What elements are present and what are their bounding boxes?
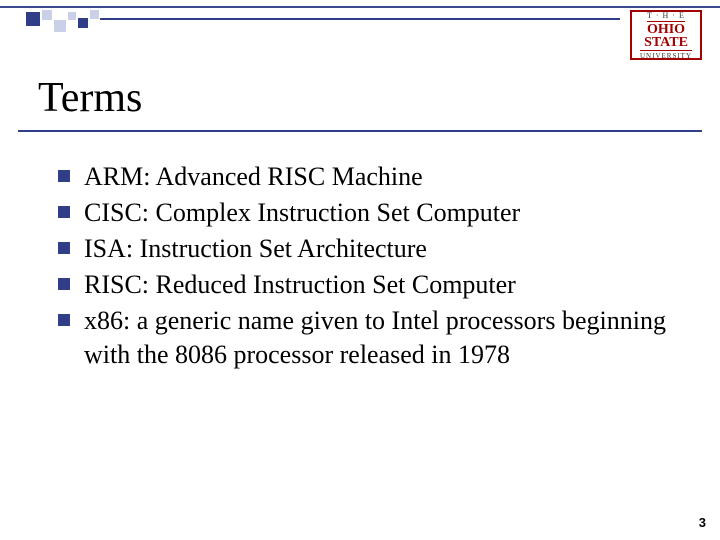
bullet-text: x86: a generic name given to Intel proce… bbox=[84, 304, 680, 372]
deco-square bbox=[54, 20, 66, 32]
deco-square bbox=[90, 10, 99, 19]
bullet-text: CISC: Complex Instruction Set Computer bbox=[84, 196, 520, 230]
bullet-text: ARM: Advanced RISC Machine bbox=[84, 160, 423, 194]
header-top-line bbox=[0, 6, 720, 8]
bullet-text: RISC: Reduced Instruction Set Computer bbox=[84, 268, 516, 302]
logo-main-line2: STATE bbox=[644, 35, 688, 50]
list-item: CISC: Complex Instruction Set Computer bbox=[58, 196, 680, 230]
title-underline bbox=[18, 130, 702, 132]
deco-square bbox=[78, 18, 88, 28]
list-item: ISA: Instruction Set Architecture bbox=[58, 232, 680, 266]
bullet-text: ISA: Instruction Set Architecture bbox=[84, 232, 427, 266]
list-item: RISC: Reduced Instruction Set Computer bbox=[58, 268, 680, 302]
list-item: ARM: Advanced RISC Machine bbox=[58, 160, 680, 194]
bullet-square-icon bbox=[58, 314, 70, 326]
bullet-square-icon bbox=[58, 206, 70, 218]
deco-square bbox=[68, 12, 76, 20]
header-mid-line bbox=[100, 18, 620, 20]
bullet-square-icon bbox=[58, 170, 70, 182]
slide-title: Terms bbox=[38, 74, 142, 122]
deco-square bbox=[26, 12, 40, 26]
bullet-list: ARM: Advanced RISC Machine CISC: Complex… bbox=[58, 160, 680, 374]
deco-square bbox=[42, 10, 52, 20]
slide: T · H · E OHIO STATE UNIVERSITY Terms AR… bbox=[0, 0, 720, 540]
bullet-square-icon bbox=[58, 278, 70, 290]
bullet-square-icon bbox=[58, 242, 70, 254]
logo-top-text: T · H · E bbox=[647, 11, 685, 22]
list-item: x86: a generic name given to Intel proce… bbox=[58, 304, 680, 372]
logo-main-text: OHIO STATE bbox=[644, 23, 688, 49]
page-number: 3 bbox=[699, 515, 706, 530]
logo-bottom-text: UNIVERSITY bbox=[640, 50, 692, 60]
header-decoration bbox=[0, 6, 720, 40]
ohio-state-logo: T · H · E OHIO STATE UNIVERSITY bbox=[630, 10, 702, 60]
